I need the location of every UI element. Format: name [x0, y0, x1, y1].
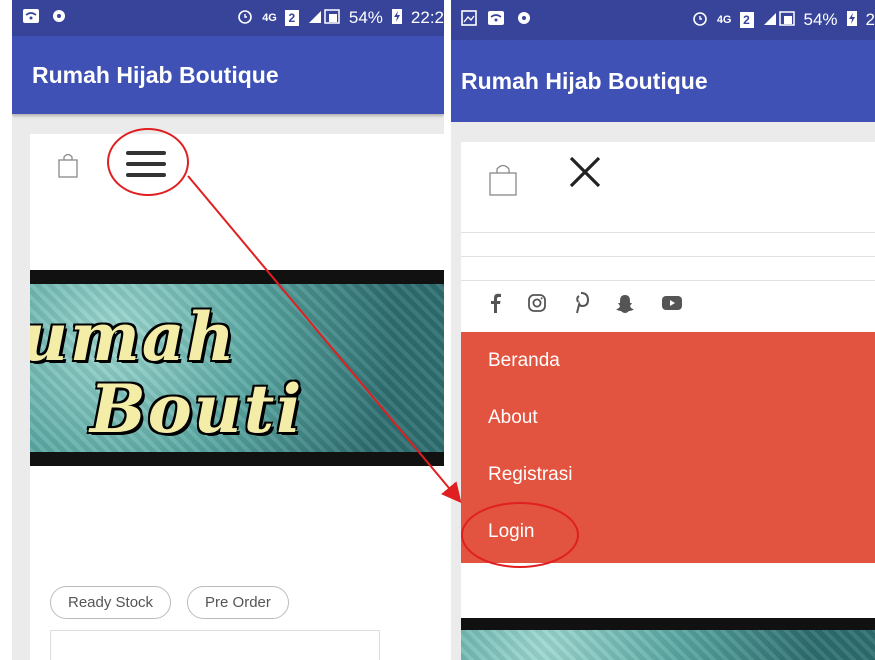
boutique-banner: umah Bouti	[30, 270, 444, 466]
divider	[461, 232, 875, 233]
wifi-icon	[487, 10, 505, 30]
pinterest-icon[interactable]	[573, 292, 589, 314]
battery-icon	[391, 7, 403, 30]
hamburger-menu-button[interactable]	[110, 136, 182, 192]
sim-icon: 2	[739, 12, 754, 28]
facebook-icon[interactable]	[489, 293, 501, 313]
webview-page: umah Bouti Ready Stock Pre Order	[30, 134, 444, 660]
menu-bar	[126, 151, 166, 155]
filter-tags: Ready Stock Pre Order	[50, 586, 289, 619]
page-gutter-left	[451, 142, 461, 660]
close-menu-button[interactable]	[565, 152, 605, 192]
clock: 22:2	[410, 8, 444, 27]
youtube-icon[interactable]	[661, 295, 683, 311]
banner-line-1: umah	[30, 298, 237, 376]
status-bar: 4G 2 54% 22:2	[12, 0, 444, 36]
ready-stock-filter[interactable]: Ready Stock	[50, 586, 172, 619]
social-links	[489, 292, 683, 314]
banner-line-2: Bouti	[90, 370, 304, 448]
app-bar: Rumah Hijab Boutique	[12, 36, 444, 114]
battery-level: 54%	[803, 10, 838, 29]
divider	[461, 280, 875, 281]
menu-item-about[interactable]: About	[461, 389, 875, 446]
left-screenshot: 4G 2 54% 22:2 Rumah Hijab Boutique umah	[12, 0, 444, 660]
pre-order-filter[interactable]: Pre Order	[187, 586, 289, 619]
left-margin	[0, 0, 12, 660]
signal-icon	[762, 10, 796, 31]
sim-icon: 2	[284, 10, 299, 26]
alarm-icon	[691, 9, 709, 32]
navigation-menu: Beranda About Registrasi Login	[461, 332, 875, 563]
webview-page: Beranda About Registrasi Login	[461, 142, 875, 660]
gallery-icon	[461, 10, 477, 30]
app-title: Rumah Hijab Boutique	[32, 61, 279, 88]
battery-level: 54%	[348, 8, 383, 27]
divider	[461, 256, 875, 257]
chat-icon	[515, 10, 533, 30]
screenshot-separator	[444, 0, 451, 660]
app-bar: Rumah Hijab Boutique	[451, 40, 875, 122]
banner-background	[461, 630, 875, 660]
network-badge: 4G	[716, 14, 732, 26]
shopping-bag-icon[interactable]	[58, 152, 78, 178]
product-card[interactable]	[50, 630, 380, 660]
network-badge: 4G	[262, 12, 277, 24]
banner-background: umah Bouti	[30, 284, 444, 452]
alarm-icon	[236, 7, 254, 30]
boutique-banner	[461, 618, 875, 660]
menu-bar	[126, 173, 166, 177]
instagram-icon[interactable]	[527, 293, 547, 313]
snapchat-icon[interactable]	[615, 293, 635, 313]
status-bar: 4G 2 54% 2	[451, 0, 875, 40]
menu-item-beranda[interactable]: Beranda	[461, 332, 875, 389]
page-gutter	[451, 122, 875, 142]
app-title: Rumah Hijab Boutique	[461, 67, 708, 94]
battery-icon	[846, 9, 858, 32]
menu-bar	[126, 162, 166, 166]
signal-icon	[307, 8, 341, 29]
wifi-icon	[22, 8, 40, 28]
shopping-bag-icon[interactable]	[489, 162, 517, 196]
menu-item-registrasi[interactable]: Registrasi	[461, 446, 875, 503]
right-screenshot: 4G 2 54% 2 Rumah Hijab Boutique Beranda …	[451, 0, 875, 660]
clock: 2	[865, 10, 875, 29]
chat-icon	[50, 8, 68, 28]
menu-item-login[interactable]: Login	[461, 503, 875, 560]
